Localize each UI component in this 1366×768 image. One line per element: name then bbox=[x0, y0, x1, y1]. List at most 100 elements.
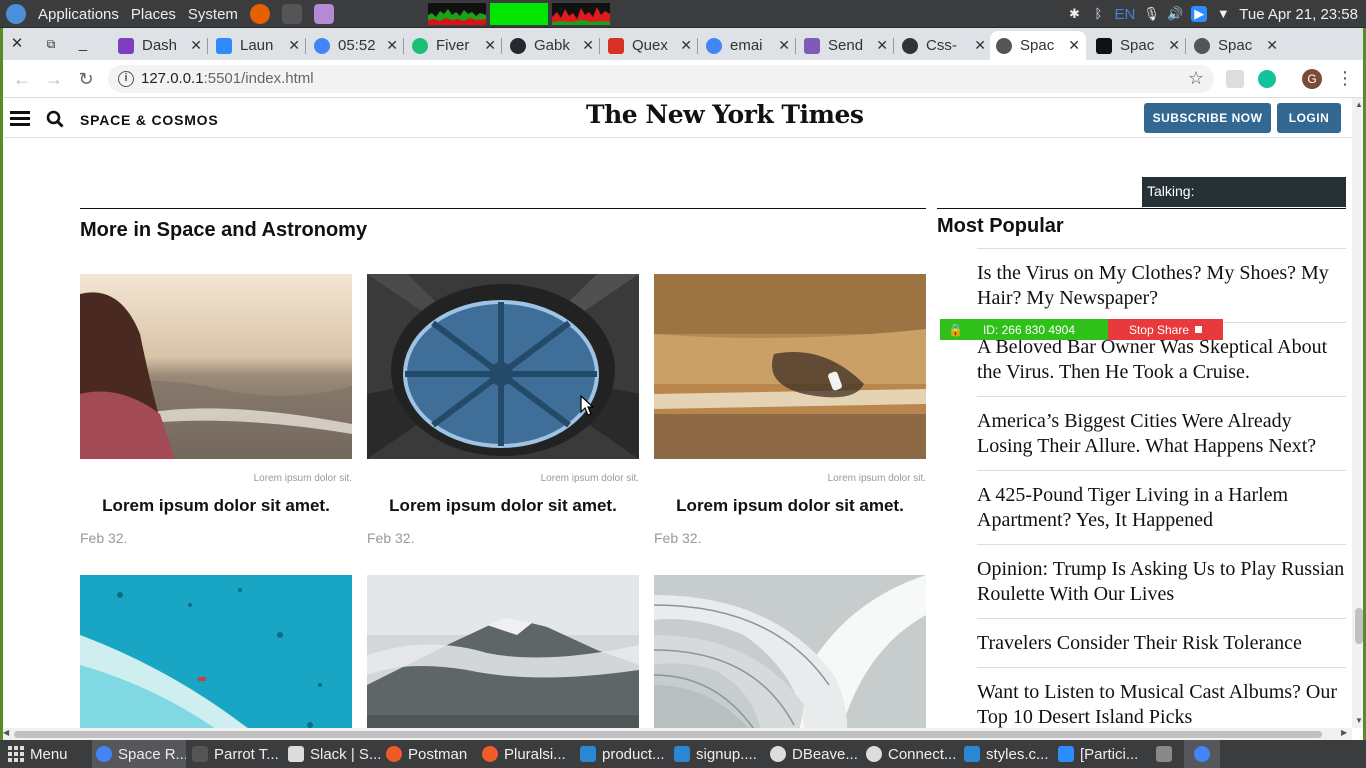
tab-space-nyt[interactable]: Spac ✕ bbox=[1090, 31, 1186, 60]
tab-close-icon[interactable]: ✕ bbox=[582, 37, 594, 54]
popular-article-link[interactable]: Travelers Consider Their Risk Tolerance bbox=[977, 618, 1346, 667]
article-image-ocean-aerial[interactable] bbox=[80, 575, 352, 728]
reload-icon[interactable]: ↻ bbox=[76, 69, 96, 89]
taskbar-item-pluralsight[interactable]: Pluralsi... bbox=[482, 740, 572, 768]
tab-dash[interactable]: Dash ✕ bbox=[112, 31, 208, 60]
article-image-porthole[interactable] bbox=[367, 274, 639, 459]
terminal-launcher-icon[interactable] bbox=[281, 4, 302, 24]
taskbar-item-slack[interactable]: Slack | S... bbox=[288, 740, 380, 768]
article-image-desert[interactable] bbox=[654, 274, 926, 459]
taskbar-item-chrome-2[interactable] bbox=[1184, 740, 1220, 768]
popular-article-link[interactable]: Is the Virus on My Clothes? My Shoes? My… bbox=[977, 248, 1346, 322]
article-card[interactable]: Lorem ipsum dolor sit. Lorem ipsum dolor… bbox=[80, 274, 352, 546]
login-button[interactable]: LOGIN bbox=[1277, 103, 1341, 133]
scroll-right-arrow-icon[interactable]: ▶ bbox=[1341, 728, 1347, 737]
places-menu[interactable]: Places bbox=[131, 6, 176, 23]
popular-article-link[interactable]: Want to Listen to Musical Cast Albums? O… bbox=[977, 667, 1346, 728]
taskbar-item-chrome[interactable]: Space R... bbox=[92, 740, 186, 768]
tab-close-icon[interactable]: ✕ bbox=[1266, 37, 1278, 54]
forward-arrow-icon[interactable]: → bbox=[44, 69, 64, 89]
search-icon[interactable] bbox=[46, 110, 64, 128]
tab-space-3[interactable]: Spac ✕ bbox=[1188, 31, 1284, 60]
stop-share-button[interactable]: Stop Share bbox=[1108, 319, 1223, 340]
taskbar-item-connect[interactable]: Connect... bbox=[866, 740, 958, 768]
taskbar-item-dbeaver[interactable]: DBeave... bbox=[770, 740, 862, 768]
tab-close-icon[interactable]: ✕ bbox=[484, 37, 496, 54]
article-card[interactable] bbox=[367, 575, 639, 728]
taskbar-item-extra[interactable] bbox=[1156, 740, 1176, 768]
tab-close-icon[interactable]: ✕ bbox=[876, 37, 888, 54]
taskbar-item-vscode-styles[interactable]: styles.c... bbox=[964, 740, 1052, 768]
taskbar-item-zoom[interactable]: [Partici... bbox=[1058, 740, 1150, 768]
article-card[interactable] bbox=[654, 575, 926, 728]
horizontal-scrollbar[interactable]: ◀ ▶ bbox=[0, 728, 1352, 740]
tab-close-icon[interactable]: ✕ bbox=[1168, 37, 1180, 54]
taskbar-item-vscode-signup[interactable]: signup.... bbox=[674, 740, 762, 768]
system-menu[interactable]: System bbox=[188, 6, 238, 23]
bluetooth-icon[interactable]: ᛒ bbox=[1090, 6, 1106, 22]
tab-close-icon[interactable]: ✕ bbox=[974, 37, 986, 54]
applications-menu[interactable]: Applications bbox=[38, 6, 119, 23]
tab-css[interactable]: Css- ✕ bbox=[896, 31, 992, 60]
taskbar-item-vscode-product[interactable]: product... bbox=[580, 740, 668, 768]
article-image-beach[interactable] bbox=[80, 274, 352, 459]
browser-menu-icon[interactable]: ⋮ bbox=[1336, 68, 1354, 89]
popular-article-link[interactable]: America’s Biggest Cities Were Already Lo… bbox=[977, 396, 1346, 470]
taskbar-item-terminal[interactable]: Parrot T... bbox=[192, 740, 284, 768]
vertical-scrollbar[interactable]: ▲ ▼ bbox=[1352, 98, 1366, 728]
tab-close-icon[interactable]: ✕ bbox=[386, 37, 398, 54]
article-image-architecture[interactable] bbox=[654, 575, 926, 728]
subscribe-button[interactable]: SUBSCRIBE NOW bbox=[1144, 103, 1271, 133]
popular-article-link[interactable]: Opinion: Trump Is Asking Us to Play Russ… bbox=[977, 544, 1346, 618]
tab-close-icon[interactable]: ✕ bbox=[1068, 37, 1080, 54]
slack-tray-icon[interactable]: ✱ bbox=[1066, 6, 1082, 22]
article-card[interactable] bbox=[80, 575, 352, 728]
address-bar[interactable]: i 127.0.0.1:5501/index.html ☆ bbox=[108, 65, 1214, 93]
wifi-icon[interactable]: ▼ bbox=[1215, 6, 1231, 22]
address-url[interactable]: 127.0.0.1:5501/index.html bbox=[141, 70, 314, 87]
tab-fiverr[interactable]: Fiver ✕ bbox=[406, 31, 502, 60]
bookmark-star-icon[interactable]: ☆ bbox=[1188, 68, 1204, 89]
article-title[interactable]: Lorem ipsum dolor sit amet. bbox=[367, 496, 639, 516]
tab-space-active[interactable]: Spac ✕ bbox=[990, 31, 1086, 60]
tab-google-search[interactable]: emai ✕ bbox=[700, 31, 796, 60]
tab-close-icon[interactable]: ✕ bbox=[680, 37, 692, 54]
window-close-icon[interactable]: ✕ bbox=[6, 34, 28, 54]
grammarly-extension-icon[interactable] bbox=[1258, 70, 1276, 88]
article-card[interactable]: Lorem ipsum dolor sit. Lorem ipsum dolor… bbox=[654, 274, 926, 546]
zoom-meeting-id[interactable]: 🔒 ID: 266 830 4904 bbox=[940, 319, 1108, 340]
article-card[interactable]: Lorem ipsum dolor sit. Lorem ipsum dolor… bbox=[367, 274, 639, 546]
tab-github[interactable]: Gabk ✕ bbox=[504, 31, 600, 60]
taskbar-item-postman[interactable]: Postman bbox=[386, 740, 476, 768]
site-info-icon[interactable]: i bbox=[118, 71, 134, 87]
taskbar-menu-button[interactable]: Menu bbox=[8, 740, 68, 768]
article-title[interactable]: Lorem ipsum dolor sit amet. bbox=[80, 496, 352, 516]
popular-article-link[interactable]: A 425-Pound Tiger Living in a Harlem Apa… bbox=[977, 470, 1346, 544]
os-menu-logo-icon[interactable] bbox=[6, 4, 26, 24]
tab-launch[interactable]: Laun ✕ bbox=[210, 31, 306, 60]
tab-close-icon[interactable]: ✕ bbox=[778, 37, 790, 54]
scroll-up-arrow-icon[interactable]: ▲ bbox=[1355, 100, 1363, 109]
extension-icon[interactable] bbox=[1226, 70, 1244, 88]
back-arrow-icon[interactable]: ← bbox=[12, 69, 32, 89]
microphone-icon[interactable]: 🎙 bbox=[1143, 6, 1160, 22]
vertical-scroll-thumb[interactable] bbox=[1355, 608, 1363, 644]
tab-close-icon[interactable]: ✕ bbox=[190, 37, 202, 54]
tab-timer[interactable]: 05:52 ✕ bbox=[308, 31, 404, 60]
section-title[interactable]: SPACE & COSMOS bbox=[80, 112, 219, 128]
zoom-tray-icon[interactable]: ▶ bbox=[1191, 6, 1208, 22]
hamburger-menu-icon[interactable] bbox=[10, 111, 30, 126]
window-restore-icon[interactable]: ⧉ bbox=[40, 34, 62, 54]
scroll-down-arrow-icon[interactable]: ▼ bbox=[1355, 716, 1363, 725]
profile-avatar[interactable]: G bbox=[1302, 69, 1322, 89]
scroll-left-arrow-icon[interactable]: ◀ bbox=[3, 728, 9, 737]
text-editor-launcher-icon[interactable] bbox=[313, 4, 334, 24]
window-minimize-icon[interactable]: _ bbox=[72, 34, 94, 54]
tab-send[interactable]: Send ✕ bbox=[798, 31, 894, 60]
tab-gmail[interactable]: Quex ✕ bbox=[602, 31, 698, 60]
clock[interactable]: Tue Apr 21, 23:58 bbox=[1239, 6, 1358, 23]
keyboard-layout-indicator[interactable]: EN bbox=[1114, 6, 1135, 23]
tab-close-icon[interactable]: ✕ bbox=[288, 37, 300, 54]
article-title[interactable]: Lorem ipsum dolor sit amet. bbox=[654, 496, 926, 516]
masthead-logo[interactable]: The New York Times bbox=[586, 100, 864, 129]
